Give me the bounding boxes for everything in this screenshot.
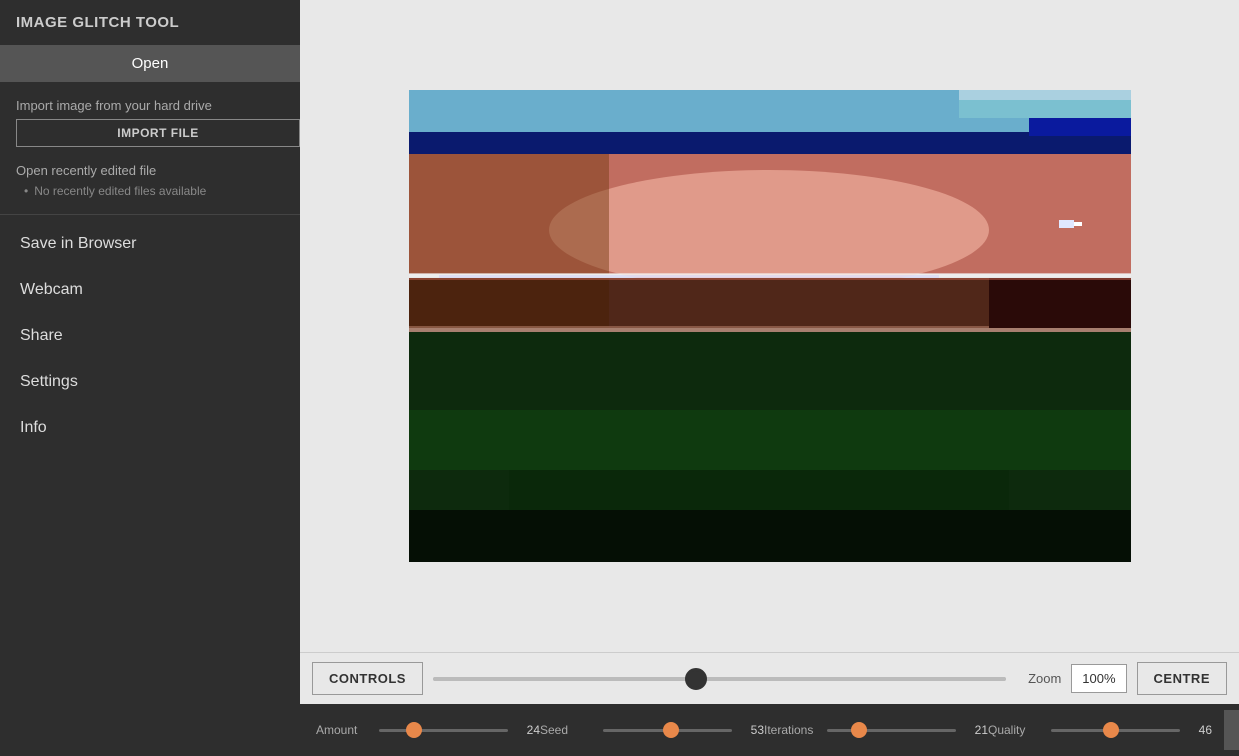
sidebar-item-webcam[interactable]: Webcam	[0, 267, 300, 313]
iterations-slider[interactable]	[827, 729, 956, 732]
recent-empty-item: No recently edited files available	[0, 182, 300, 208]
open-button[interactable]: Open	[0, 45, 300, 82]
import-section-label: Import image from your hard drive	[0, 94, 300, 119]
canvas-area	[300, 0, 1239, 652]
sidebar-item-settings[interactable]: Settings	[0, 359, 300, 405]
recent-section-label: Open recently edited file	[0, 161, 300, 182]
seed-label: Seed	[540, 723, 595, 737]
quality-slider[interactable]	[1051, 729, 1180, 732]
amount-slider[interactable]	[379, 729, 508, 732]
app-title: IMAGE GLITCH TOOL	[0, 0, 300, 45]
app-container: IMAGE GLITCH TOOL Open Import image from…	[0, 0, 1239, 756]
iterations-label: Iterations	[764, 723, 819, 737]
amount-slider-group: Amount 24	[316, 723, 540, 737]
controls-bar: CONTROLS Zoom 100% CENTRE	[300, 652, 1239, 704]
sidebar-divider	[0, 214, 300, 215]
amount-value: 24	[516, 723, 540, 737]
sidebar-item-save-in-browser[interactable]: Save in Browser	[0, 221, 300, 267]
iterations-slider-group: Iterations 21	[764, 723, 988, 737]
controls-button[interactable]: CONTROLS	[312, 662, 423, 695]
quality-slider-group: Quality 46	[988, 723, 1212, 737]
controls-slider[interactable]	[433, 677, 1006, 681]
seed-slider-group: Seed 53	[540, 723, 764, 737]
sidebar-item-info[interactable]: Info	[0, 405, 300, 451]
amount-label: Amount	[316, 723, 371, 737]
sidebar-item-share[interactable]: Share	[0, 313, 300, 359]
glitch-canvas	[409, 90, 1131, 562]
controls-slider-track	[433, 677, 1006, 681]
main-content: CONTROLS Zoom 100% CENTRE Amount 24 Seed	[300, 0, 1239, 756]
iterations-value: 21	[964, 723, 988, 737]
quality-label: Quality	[988, 723, 1043, 737]
controls-slider-container	[433, 677, 1006, 681]
randomise-button[interactable]: RANDOMISE	[1224, 710, 1239, 750]
controls-slider-thumb[interactable]	[685, 668, 707, 690]
zoom-label: Zoom	[1028, 671, 1061, 686]
import-file-button[interactable]: IMPORT FILE	[16, 119, 300, 147]
quality-value: 46	[1188, 723, 1212, 737]
seed-value: 53	[740, 723, 764, 737]
centre-button[interactable]: CENTRE	[1137, 662, 1227, 695]
sliders-bar: Amount 24 Seed 53 Iterations 21 Quality …	[300, 704, 1239, 756]
zoom-value: 100%	[1071, 664, 1126, 693]
seed-slider[interactable]	[603, 729, 732, 732]
sidebar: IMAGE GLITCH TOOL Open Import image from…	[0, 0, 300, 756]
